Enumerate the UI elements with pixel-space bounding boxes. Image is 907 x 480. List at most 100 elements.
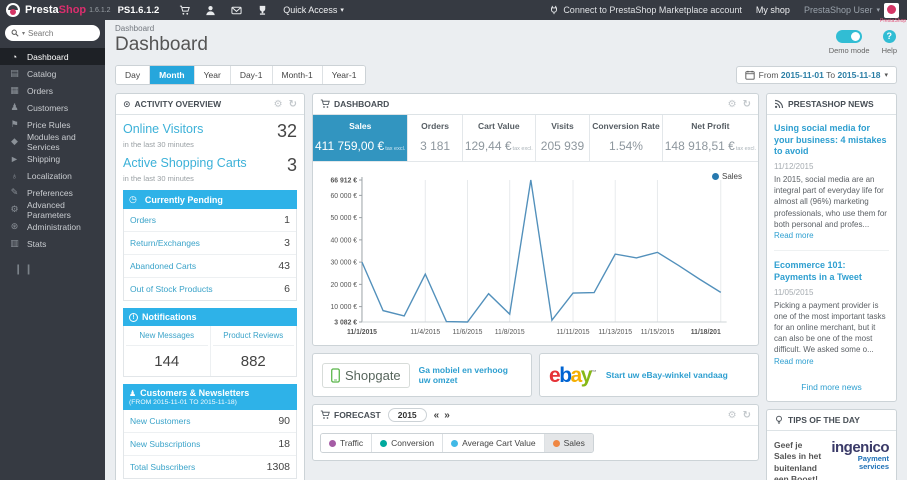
user-menu[interactable]: PrestaShop User ▾ PrestaShop [804,2,906,24]
sidebar-item-customers[interactable]: ♟ Customers [0,99,105,116]
user-icon[interactable] [197,5,223,16]
cart-icon[interactable] [171,5,197,16]
ingenico-logo[interactable]: ingenico Payment services [831,440,889,472]
active-carts-stat[interactable]: Active Shopping Carts 3 [123,156,297,174]
lightbulb-icon [774,415,784,425]
next-year-button[interactable]: » [444,410,450,421]
filter-day-1-button[interactable]: Day-1 [230,66,273,84]
sidebar-item-shipping[interactable]: ► Shipping [0,150,105,167]
date-range-picker[interactable]: From 2015-11-01 To 2015-11-18 ▾ [735,66,897,84]
kpi-cart-value[interactable]: Cart Value 129,44 €tax excl. [463,115,536,161]
menu-collapse-button[interactable]: ❙❙ [14,264,105,275]
forecast-metric-sales[interactable]: Sales [544,434,593,452]
sidebar-item-price-rules[interactable]: ⚑ Price Rules [0,116,105,133]
pending-label: Orders [130,215,156,225]
pending-label: Out of Stock Products [130,284,213,294]
help-label: Help [881,46,897,55]
shopgate-banner[interactable]: Shopgate Ga mobiel en verhoog uw omzet [312,353,532,397]
pending-row-return-exchanges[interactable]: Return/Exchanges 3 [124,232,296,255]
notification-label: Product Reviews [212,331,294,346]
stats-icon: ▥ [10,238,19,248]
gear-icon[interactable]: ⚙ [728,410,737,421]
search-input[interactable] [28,28,94,38]
breadcrumb[interactable]: Dashboard [105,20,907,34]
help-button[interactable]: ? Help [882,30,897,55]
kpi-conversion-rate[interactable]: Conversion Rate 1.54% [590,115,663,161]
chevron-down-icon: ▾ [340,7,344,14]
sidebar-item-administration[interactable]: ⊛ Administration [0,218,105,235]
previous-year-button[interactable]: « [434,410,440,421]
sidebar-item-dashboard[interactable]: ◔ Dashboard [0,48,105,65]
kpi-net-profit[interactable]: Net Profit 148 918,51 €tax excl. [663,115,758,161]
sidebar-item-localization[interactable]: ♁ Localization [0,167,105,184]
news-article-title[interactable]: Using social media for your business: 4 … [774,123,889,158]
sidebar-item-orders[interactable]: ▦ Orders [0,82,105,99]
kpi-value: 1.54% [608,139,643,153]
customers-value: 18 [278,438,290,450]
trophy-icon[interactable] [249,5,275,16]
filter-day-button[interactable]: Day [116,66,151,84]
gear-icon[interactable]: ⚙ [274,99,283,110]
shopgate-link[interactable]: Ga mobiel en verhoog uw omzet [419,365,522,385]
forecast-metric-conversion[interactable]: Conversion [372,434,444,452]
gear-icon[interactable]: ⚙ [728,99,737,110]
refresh-icon[interactable]: ↻ [743,410,751,421]
quick-access-menu[interactable]: Quick Access ▾ [283,5,344,15]
refresh-icon[interactable]: ↻ [743,99,751,110]
sidebar-item-modules-and-services[interactable]: ◆ Modules and Services [0,132,105,152]
customers-row-total-subscribers[interactable]: Total Subscribers 1308 [124,456,296,478]
ebay-logo: ebay™ [549,365,597,386]
svg-text:60 000 €: 60 000 € [330,193,357,200]
active-carts-link[interactable]: Active Shopping Carts [123,156,247,170]
news-article-title[interactable]: Ecommerce 101: Payments in a Tweet [774,260,889,283]
chevron-down-icon[interactable]: ▾ [22,30,25,37]
online-visitors-link[interactable]: Online Visitors [123,122,203,136]
svg-text:11/18/201: 11/18/201 [691,329,721,336]
forecast-metric-average-cart-value[interactable]: Average Cart Value [443,434,545,452]
filter-year-button[interactable]: Year [194,66,231,84]
demo-mode-toggle[interactable]: Demo mode [829,30,870,55]
filter-year-1-button[interactable]: Year-1 [322,66,366,84]
forecast-metric-group: Traffic Conversion Average Cart Value Sales [320,433,594,453]
find-more-news-link[interactable]: Find more news [767,378,896,401]
read-more-link[interactable]: Read more [774,357,814,366]
date-from-value: 2015-11-01 [780,70,824,80]
sidebar-item-catalog[interactable]: ▤ Catalog [0,65,105,82]
notification-product-reviews[interactable]: Product Reviews 882 [211,326,297,376]
refresh-icon[interactable]: ↻ [289,99,297,110]
news-article[interactable]: Using social media for your business: 4 … [774,123,889,252]
filter-month-1-button[interactable]: Month-1 [272,66,323,84]
pending-row-abandoned-carts[interactable]: Abandoned Carts 43 [124,255,296,278]
pending-row-orders[interactable]: Orders 1 [124,209,296,232]
sidebar-item-preferences[interactable]: ✎ Preferences [0,184,105,201]
marketplace-link[interactable]: Connect to PrestaShop Marketplace accoun… [549,5,742,15]
kpi-visits[interactable]: Visits 205 939 [536,115,591,161]
metric-label: Sales [563,438,585,448]
my-shop-link[interactable]: My shop [756,5,790,15]
kpi-sales[interactable]: Sales 411 759,00 €tax excl. [313,115,409,161]
customers-row-new-subscriptions[interactable]: New Subscriptions 18 [124,433,296,456]
page-title: Dashboard [115,34,208,55]
toggle-on-icon[interactable] [836,30,863,43]
notification-new-messages[interactable]: New Messages 144 [124,326,211,376]
svg-text:30 000 €: 30 000 € [330,259,357,266]
pending-value: 3 [284,237,290,249]
sidebar-item-advanced-parameters[interactable]: ⚙ Advanced Parameters [0,200,105,220]
customers-row-new-customers[interactable]: New Customers 90 [124,410,296,433]
customers-label: Total Subscribers [130,462,196,472]
brand-link[interactable]: PrestaShop [25,4,86,16]
ebay-banner[interactable]: ebay™ Start uw eBay-winkel vandaag [539,353,759,397]
filter-month-button[interactable]: Month [150,66,195,84]
forecast-metric-traffic[interactable]: Traffic [321,434,373,452]
sidebar-search[interactable]: ▾ [5,25,100,41]
ebay-link[interactable]: Start uw eBay-winkel vandaag [606,370,728,380]
online-visitors-stat[interactable]: Online Visitors 32 [123,122,297,140]
read-more-link[interactable]: Read more [774,231,814,240]
prestashop-logo[interactable] [6,3,20,17]
sidebar-item-stats[interactable]: ▥ Stats [0,235,105,252]
prestashop-news-panel: PRESTASHOP NEWS Using social media for y… [766,93,897,402]
kpi-orders[interactable]: Orders 3 181 [408,115,463,161]
mail-icon[interactable] [223,5,249,16]
pending-row-out-of-stock-products[interactable]: Out of Stock Products 6 [124,278,296,300]
news-article[interactable]: Ecommerce 101: Payments in a Tweet 11/05/… [774,260,889,376]
